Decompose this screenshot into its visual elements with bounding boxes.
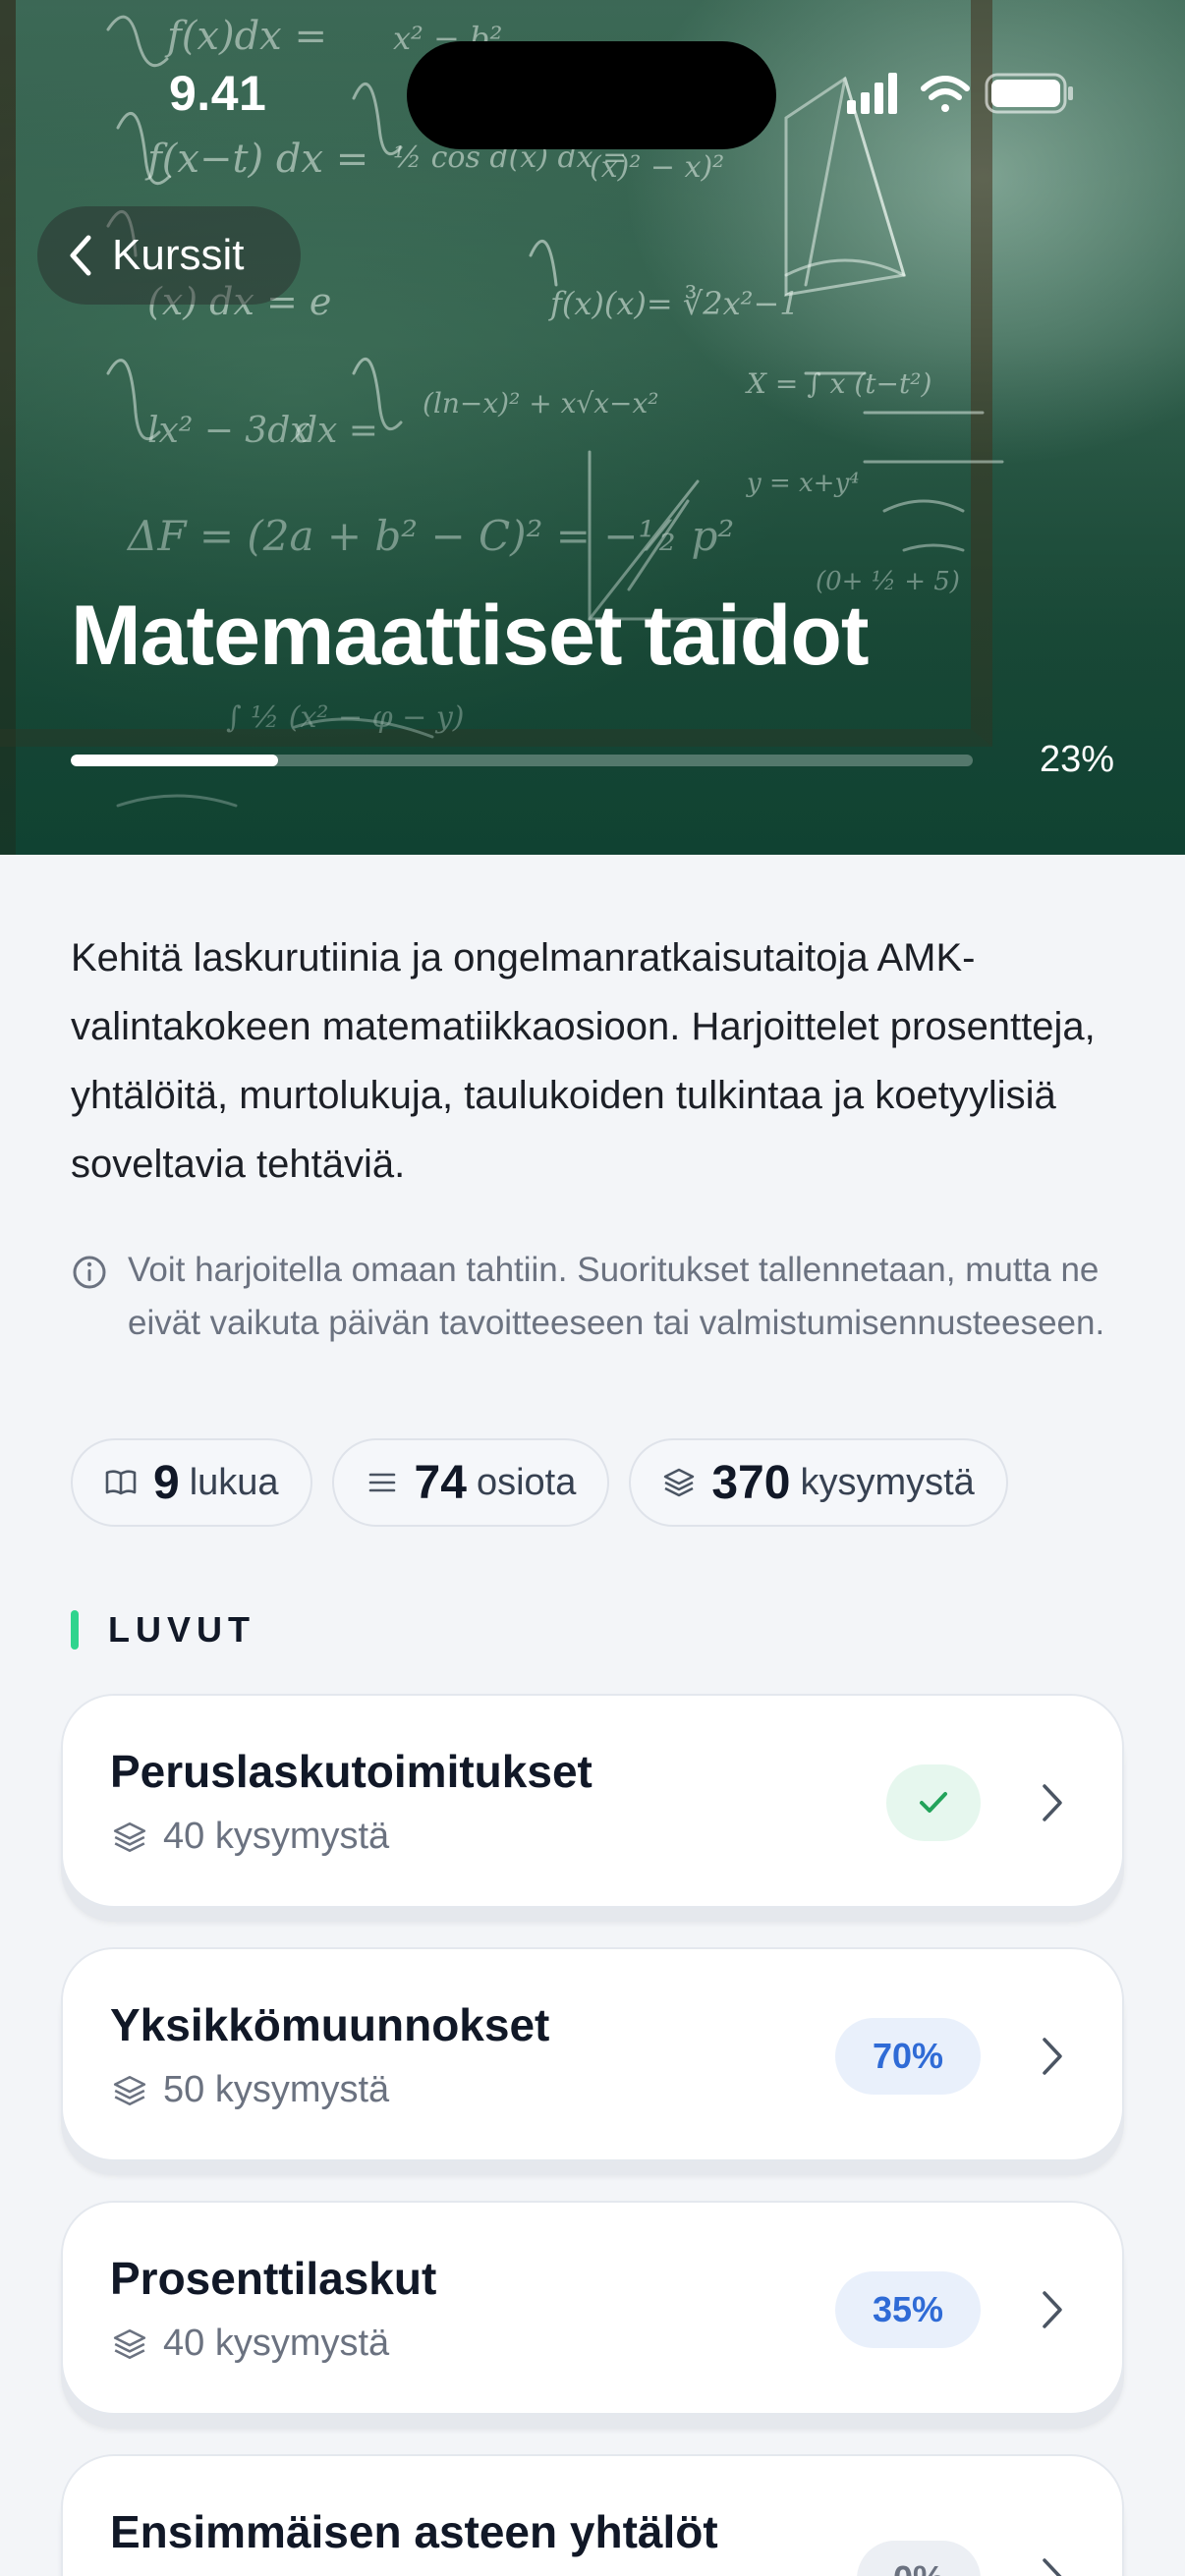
wifi-icon [921,76,970,112]
layers-icon [113,2328,146,2359]
chevron-right-icon [1043,2291,1062,2328]
back-button-label: Kurssit [112,231,245,279]
stat-chip-questions: 370 kysymystä [629,1438,1008,1527]
chevron-left-icon [70,235,91,276]
progress-badge: 70% [835,2018,981,2095]
chapter-question-count-text: 50 kysymystä [163,2069,390,2110]
chapters-section-header: LUVUT [71,1609,255,1651]
chapter-question-count: 40 kysymystä [112,2323,389,2365]
chapter-card[interactable]: Ensimmäisen asteen yhtälöt 0% [61,2454,1124,2576]
layers-icon [664,1468,695,1497]
battery-icon [985,73,1073,114]
info-note-text: Voit harjoitella omaan tahtiin. Suorituk… [128,1251,1105,1342]
stat-value: 370 [711,1456,791,1509]
chevron-right-icon [1043,2558,1062,2576]
course-stats: 9 lukua 74 osiota 370 kysymystä [71,1438,1008,1527]
info-icon [73,1256,106,1289]
section-title: LUVUT [108,1609,255,1650]
chapter-card[interactable]: Prosenttilaskut 40 kysymystä 35% [61,2201,1124,2415]
checkmark-icon [920,1792,947,1813]
list-icon [368,1473,395,1492]
dynamic-island [407,41,776,149]
chapter-question-count-text: 40 kysymystä [163,2323,390,2364]
course-progress-fill [71,755,279,766]
chapter-title: Prosenttilaskut [110,2253,437,2304]
stat-unit: lukua [189,1461,279,1503]
stat-chip-chapters: 9 lukua [71,1438,312,1527]
layers-icon [113,2075,146,2105]
course-hero: f(x)dx = x² − b² f(x−t) dx = ½ cos d(x) … [0,0,1185,855]
back-button[interactable]: Kurssit [37,206,301,305]
status-icons [847,73,1073,114]
progress-badge: 0% [857,2541,981,2576]
layers-icon [113,1821,146,1852]
section-accent-bar [71,1610,79,1650]
book-icon [105,1470,137,1495]
stat-value: 9 [153,1456,180,1509]
chapter-question-count: 50 kysymystä [112,2069,389,2111]
chapter-question-count-text: 40 kysymystä [163,1816,390,1857]
chapter-title: Ensimmäisen asteen yhtälöt [110,2506,718,2557]
info-note: Voit harjoitella omaan tahtiin. Suorituk… [71,1244,1112,1350]
signal-icon [847,73,897,114]
chapter-title: Peruslaskutoimitukset [110,1746,592,1797]
course-description: Kehitä laskurutiinia ja ongelmanratkaisu… [71,936,1096,1186]
chapter-card[interactable]: Yksikkömuunnokset 50 kysymystä 70% [61,1947,1124,2161]
chapter-title: Yksikkömuunnokset [110,1999,550,2050]
status-time: 9.41 [169,66,267,121]
progress-badge: 35% [835,2271,981,2348]
completed-badge [886,1764,981,1841]
course-progress-label: 23% [1039,739,1114,780]
course-title: Matemaattiset taidot [71,588,869,683]
course-progress-bar [71,755,973,766]
stat-value: 74 [414,1456,467,1509]
stat-chip-sections: 74 osiota [331,1438,610,1527]
chapter-card[interactable]: Peruslaskutoimitukset 40 kysymystä [61,1694,1124,1908]
chevron-right-icon [1043,2038,1062,2075]
stat-unit: osiota [476,1461,577,1503]
stat-unit: kysymystä [800,1461,975,1503]
chevron-right-icon [1043,1784,1062,1821]
chapter-question-count: 40 kysymystä [112,1816,389,1858]
